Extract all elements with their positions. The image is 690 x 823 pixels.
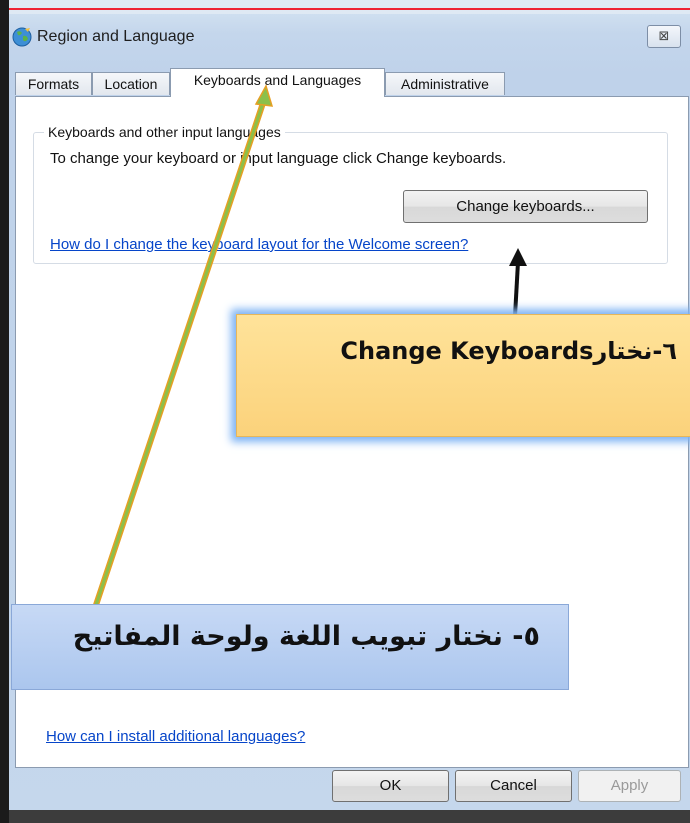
apply-button[interactable]: Apply — [578, 770, 681, 802]
tab-administrative[interactable]: Administrative — [385, 72, 505, 95]
cancel-button[interactable]: Cancel — [455, 770, 572, 802]
close-icon: ⊠ — [658, 28, 670, 43]
keyboards-groupbox: Keyboards and other input languages To c… — [33, 124, 668, 264]
change-keyboards-button[interactable]: Change keyboards... — [403, 190, 648, 223]
tab-location[interactable]: Location — [92, 72, 170, 95]
window-title: Region and Language — [37, 28, 195, 45]
step5-text: ٥- نختار تبويب اللغة ولوحة المفاتيح — [72, 621, 540, 652]
tab-keyboards-and-languages[interactable]: Keyboards and Languages — [170, 68, 385, 97]
groupbox-description: To change your keyboard or input languag… — [50, 150, 507, 167]
tab-formats[interactable]: Formats — [15, 72, 92, 95]
install-languages-link[interactable]: How can I install additional languages? — [46, 728, 305, 745]
left-screen-edge — [0, 0, 9, 823]
groupbox-title: Keyboards and other input languages — [44, 124, 285, 140]
step5-callout: ٥- نختار تبويب اللغة ولوحة المفاتيح — [11, 604, 569, 690]
close-button[interactable]: ⊠ — [647, 25, 681, 48]
step6-callout: ٦-نختارChange Keyboards — [236, 314, 690, 437]
ok-button[interactable]: OK — [332, 770, 449, 802]
background-window-strip — [9, 0, 690, 15]
step6-text: ٦-نختارChange Keyboards — [340, 337, 677, 365]
title-bar: Region and Language ⊠ — [9, 14, 690, 64]
bottom-bar — [9, 810, 690, 823]
globe-icon — [12, 27, 32, 47]
welcome-screen-layout-link[interactable]: How do I change the keyboard layout for … — [50, 236, 468, 253]
